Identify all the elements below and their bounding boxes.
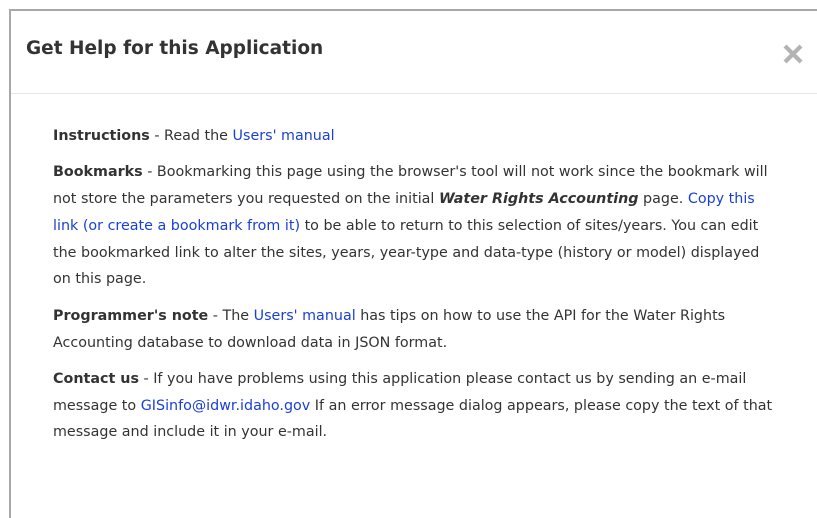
programmers-note-separator: - [208, 307, 223, 324]
contact-paragraph: Contact us - If you have problems using … [53, 366, 773, 446]
instructions-label: Instructions [53, 128, 150, 144]
instructions-text: Read the [164, 128, 233, 144]
page: Get Help for this Application Instructio… [0, 0, 817, 518]
bookmarks-paragraph: Bookmarks - Bookmarking this page using … [53, 159, 773, 293]
bookmarks-label: Bookmarks [53, 164, 143, 181]
programmers-note-label: Programmer's note [53, 307, 209, 324]
close-x-icon [783, 44, 803, 64]
users-manual-link-2[interactable]: Users' manual [254, 308, 356, 324]
dialog-title: Get Help for this Application [26, 38, 324, 59]
dialog-header: Get Help for this Application [11, 11, 817, 94]
programmers-note-paragraph: Programmer's note - The Users' manual ha… [53, 303, 773, 357]
users-manual-link[interactable]: Users' manual [233, 128, 335, 144]
instructions-separator: - [149, 128, 165, 144]
bookmarks-text-2: page. [638, 191, 688, 208]
contact-separator: - [138, 370, 154, 387]
contact-label: Contact us [53, 370, 139, 387]
help-dialog: Get Help for this Application Instructio… [11, 11, 817, 518]
close-button[interactable] [779, 37, 809, 71]
dialog-body: Instructions - Read the Users' manual Bo… [53, 123, 773, 456]
programmers-note-text-1: The [222, 307, 254, 324]
water-rights-accounting-emphasis: Water Rights Accounting [438, 191, 639, 208]
instructions-paragraph: Instructions - Read the Users' manual [53, 123, 773, 150]
bookmarks-separator: - [142, 164, 157, 181]
email-link[interactable]: GISinfo@idwr.idaho.gov [141, 398, 311, 414]
